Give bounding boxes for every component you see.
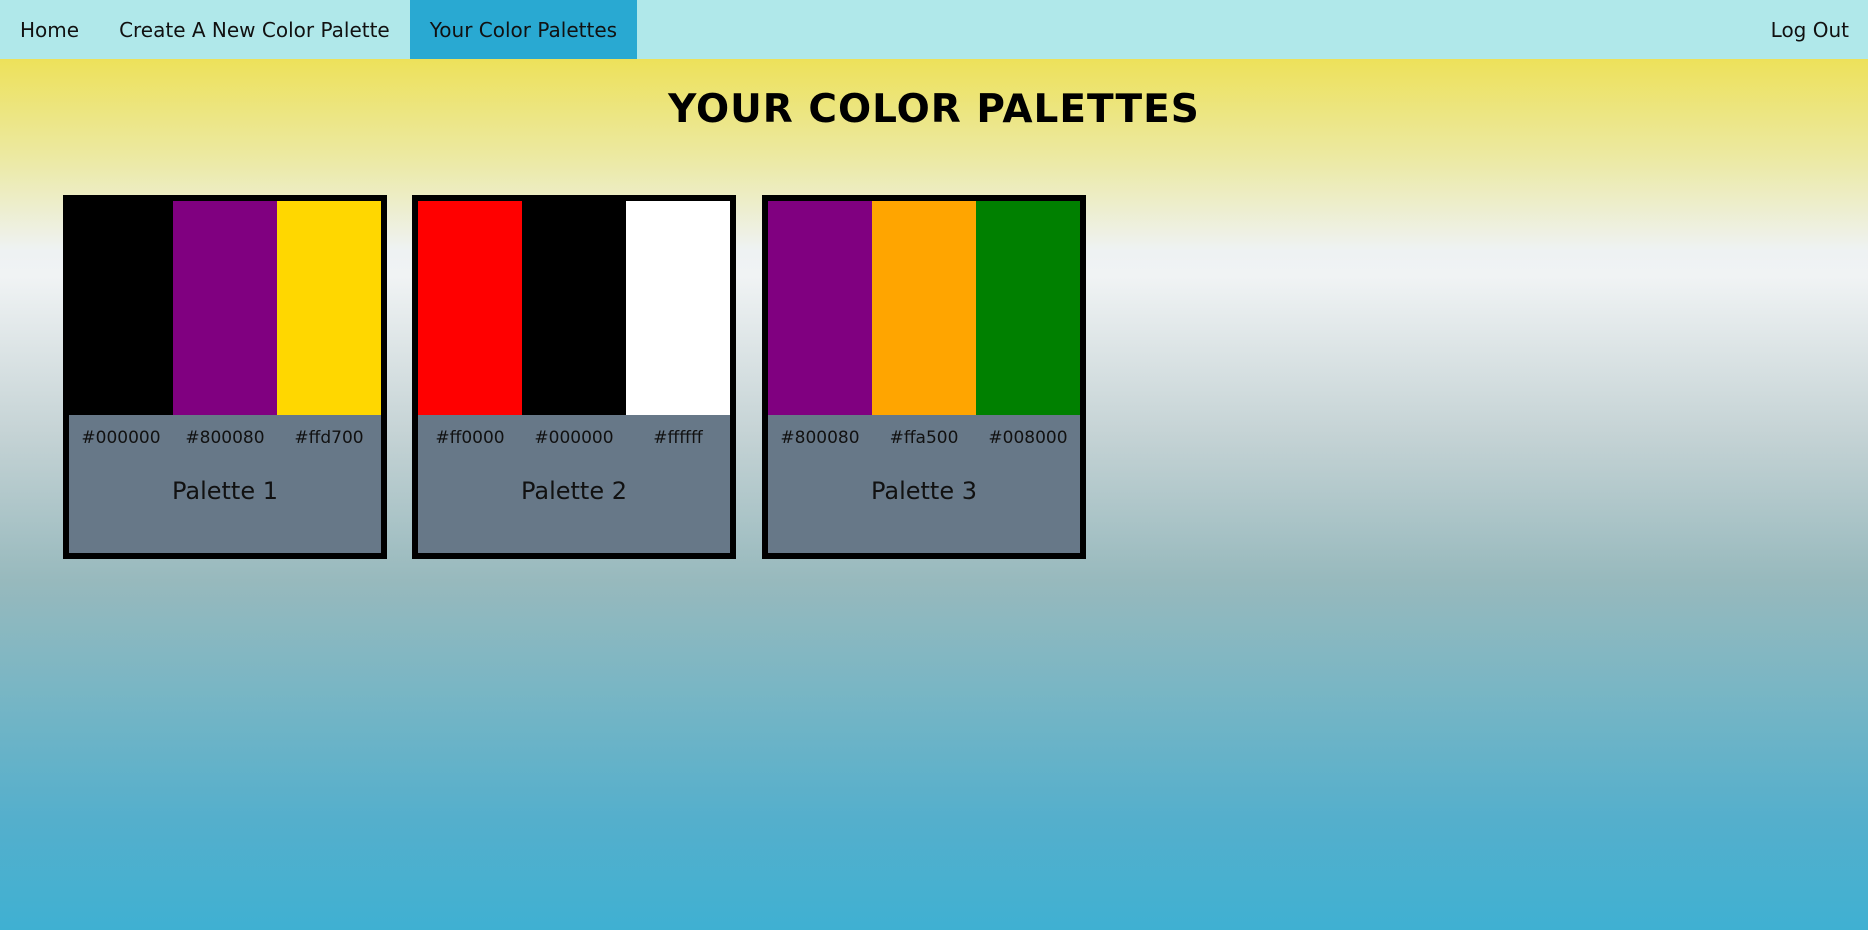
hex-code: #800080	[185, 428, 265, 448]
color-swatch	[418, 201, 522, 415]
hex-code-row: #ff0000 #000000 #ffffff	[418, 415, 730, 461]
palette-card[interactable]: #000000 #800080 #ffd700 Palette 1	[63, 195, 387, 559]
palette-name: Palette 3	[870, 477, 978, 505]
hex-code: #000000	[81, 428, 161, 448]
hex-code: #ffa500	[889, 428, 959, 448]
page-title: YOUR COLOR PALETTES	[668, 87, 1200, 132]
nav-create-palette-link[interactable]: Create A New Color Palette	[99, 0, 410, 59]
swatch-row	[768, 201, 1080, 415]
top-navbar: Home Create A New Color Palette Your Col…	[0, 0, 1868, 59]
color-swatch	[872, 201, 976, 415]
palette-name: Palette 1	[171, 477, 279, 505]
swatch-row	[418, 201, 730, 415]
color-swatch	[173, 201, 277, 415]
color-swatch	[277, 201, 381, 415]
color-swatch	[522, 201, 626, 415]
palette-name: Palette 2	[520, 477, 628, 505]
hex-code: #ffffff	[653, 428, 703, 448]
hex-code: #008000	[988, 428, 1068, 448]
color-swatch	[768, 201, 872, 415]
nav-logout-link[interactable]: Log Out	[1751, 0, 1868, 59]
palette-card[interactable]: #800080 #ffa500 #008000 Palette 3	[762, 195, 1086, 559]
palette-card[interactable]: #ff0000 #000000 #ffffff Palette 2	[412, 195, 736, 559]
hex-code: #800080	[780, 428, 860, 448]
hex-code: #000000	[534, 428, 614, 448]
swatch-row	[69, 201, 381, 415]
hex-code: #ffd700	[294, 428, 364, 448]
nav-your-palettes-link[interactable]: Your Color Palettes	[409, 0, 638, 59]
hex-code-row: #800080 #ffa500 #008000	[768, 415, 1080, 461]
color-swatch	[69, 201, 173, 415]
color-swatch	[976, 201, 1080, 415]
color-swatch	[626, 201, 730, 415]
hex-code-row: #000000 #800080 #ffd700	[69, 415, 381, 461]
hex-code: #ff0000	[435, 428, 505, 448]
nav-home-link[interactable]: Home	[0, 0, 99, 59]
